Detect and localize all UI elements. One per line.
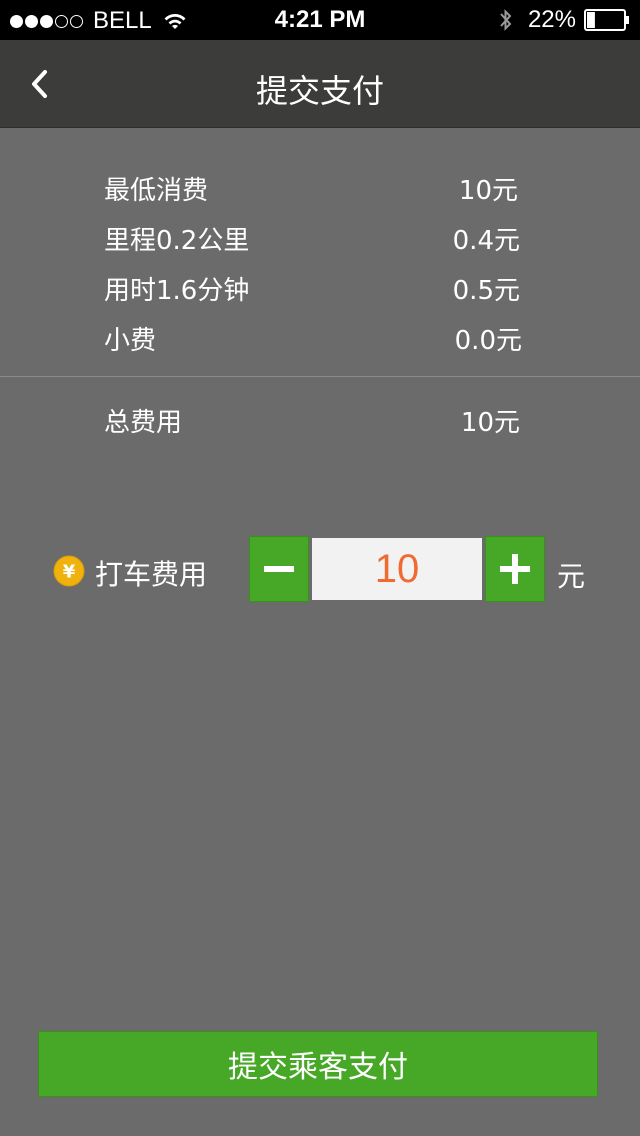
- status-bar: BELL 4:21 PM 22%: [0, 0, 640, 40]
- fee-row-tip: 小费 0.0元: [104, 320, 524, 360]
- fee-value: 0.4元: [452, 226, 520, 256]
- fee-label: 用时1.6分钟: [104, 276, 250, 306]
- fee-label: 小费: [104, 326, 157, 356]
- fare-amount-input[interactable]: [312, 538, 482, 600]
- minus-icon: [264, 566, 294, 572]
- total-fee-value: 10元: [460, 408, 520, 438]
- yuan-coin-icon: ¥: [53, 555, 85, 587]
- submit-passenger-payment-button[interactable]: 提交乘客支付: [38, 1031, 598, 1097]
- nav-bar: 提交支付: [0, 40, 640, 128]
- fee-row-distance: 里程0.2公里 0.4元: [104, 220, 524, 260]
- fee-label: 最低消费: [104, 176, 209, 206]
- plus-icon: [500, 554, 530, 584]
- battery-icon: [584, 9, 629, 31]
- fee-value: 0.0元: [454, 326, 522, 356]
- fee-row-time: 用时1.6分钟 0.5元: [104, 270, 524, 310]
- increase-fare-button[interactable]: [485, 536, 545, 602]
- fee-row-minimum: 最低消费 10元: [104, 170, 524, 210]
- coin-symbol: ¥: [63, 562, 76, 583]
- fare-adjuster: ¥ 打车费用 元: [0, 536, 640, 602]
- fare-unit: 元: [557, 560, 586, 593]
- fee-label: 里程0.2公里: [104, 226, 250, 256]
- status-right: 22%: [498, 6, 630, 34]
- total-fee-label: 总费用: [104, 408, 183, 438]
- page-title: 提交支付: [255, 72, 384, 110]
- decrease-fare-button[interactable]: [249, 536, 309, 602]
- divider: [0, 376, 640, 377]
- total-fee-row: 总费用 10元: [104, 402, 524, 442]
- fee-value: 10元: [458, 176, 518, 206]
- bluetooth-icon: [500, 9, 512, 31]
- fee-value: 0.5元: [452, 276, 520, 306]
- fare-label: 打车费用: [95, 558, 208, 591]
- battery-fill: [587, 12, 595, 28]
- battery-percent: 22%: [527, 6, 576, 33]
